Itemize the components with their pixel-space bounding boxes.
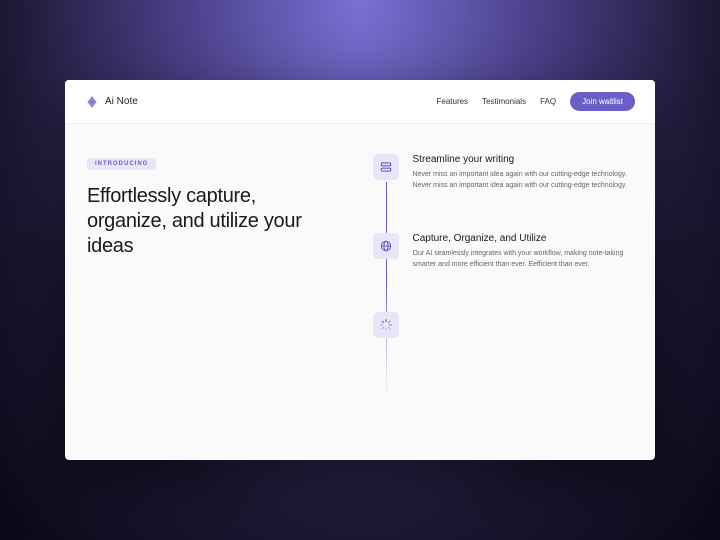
join-waitlist-button[interactable]: Join waitlist	[570, 92, 635, 111]
feature-title: Streamline your writing	[413, 154, 636, 165]
intro-badge: INTRODUCING	[87, 158, 156, 170]
feature-item-loading	[373, 312, 636, 338]
feature-description: Our AI seamlessly integrates with your w…	[413, 249, 636, 270]
header: Ai Note Features Testimonials FAQ Join w…	[65, 80, 655, 124]
app-window: Ai Note Features Testimonials FAQ Join w…	[65, 80, 655, 460]
feature-content: Streamline your writing Never miss an im…	[413, 154, 636, 191]
hero-section: INTRODUCING Effortlessly capture, organi…	[85, 152, 333, 440]
loading-icon	[373, 312, 399, 338]
hero-headline: Effortlessly capture, organize, and util…	[87, 184, 333, 259]
features-timeline: Streamline your writing Never miss an im…	[373, 152, 636, 440]
feature-content: Capture, Organize, and Utilize Our AI se…	[413, 233, 636, 270]
timeline-connector-faded	[386, 282, 387, 402]
feature-item: Streamline your writing Never miss an im…	[373, 154, 636, 191]
stack-icon	[373, 154, 399, 180]
feature-item: Capture, Organize, and Utilize Our AI se…	[373, 233, 636, 270]
logo[interactable]: Ai Note	[85, 95, 138, 109]
nav-faq[interactable]: FAQ	[540, 97, 556, 106]
brand-name: Ai Note	[105, 96, 138, 107]
feature-title: Capture, Organize, and Utilize	[413, 233, 636, 244]
main-content: INTRODUCING Effortlessly capture, organi…	[65, 124, 655, 460]
logo-icon	[85, 95, 99, 109]
feature-description: Never miss an important idea again with …	[413, 170, 636, 191]
nav-testimonials[interactable]: Testimonials	[482, 97, 526, 106]
main-nav: Features Testimonials FAQ Join waitlist	[436, 92, 635, 111]
globe-icon	[373, 233, 399, 259]
nav-features[interactable]: Features	[436, 97, 468, 106]
